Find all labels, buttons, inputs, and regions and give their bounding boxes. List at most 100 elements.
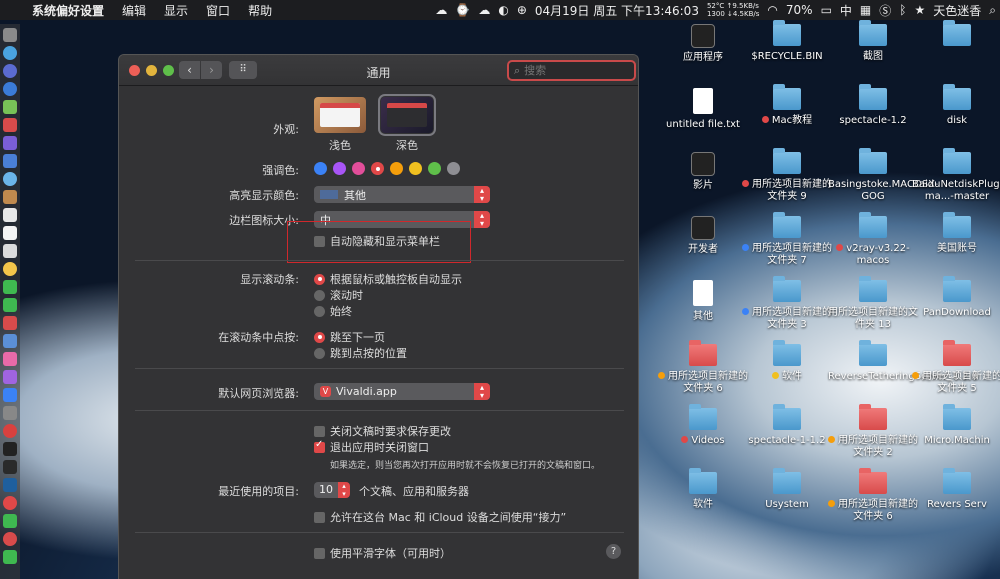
desktop-icon[interactable]: 用所选项目新建的文件夹 6 — [658, 340, 748, 395]
clock-icon[interactable]: ⌚ — [451, 3, 474, 17]
network-speed[interactable]: 52°C ↑9.5KB/s 1300 ↓4.5KB/s — [703, 2, 763, 18]
desktop-icon[interactable]: 用所选项目新建的文件夹 7 — [742, 212, 832, 267]
desktop-icon[interactable]: disk — [912, 84, 1000, 127]
app-icon-blue-2[interactable] — [3, 334, 17, 348]
default-browser-popup[interactable]: V Vivaldi.app ▴ ▾ — [314, 383, 490, 400]
cloud-sync-icon[interactable]: ☁ — [474, 3, 494, 17]
desktop-icon[interactable]: PanDownload — [912, 276, 1000, 319]
app-icon-brown[interactable] — [3, 190, 17, 204]
appearance-dark-label[interactable]: 深色 — [391, 137, 423, 153]
desktop-icon[interactable]: Videos — [658, 404, 748, 447]
flag-icon[interactable]: ▦ — [856, 3, 875, 17]
android-icon[interactable] — [3, 100, 17, 114]
yandex-icon[interactable] — [3, 496, 17, 510]
calendar-icon[interactable] — [3, 208, 17, 222]
scrollbars-option-scrolling[interactable]: 滚动时 — [314, 287, 363, 303]
app-icon-purple[interactable] — [3, 136, 17, 150]
battery-percent[interactable]: 70% — [782, 3, 817, 17]
chat-icon[interactable]: ◐ — [494, 3, 512, 17]
recent-items-stepper[interactable]: 10 ▴ ▾ — [314, 482, 350, 498]
scrollbars-option-auto[interactable]: 根据鼠标或触控板自动显示 — [314, 271, 462, 287]
scrollbars-option-always[interactable]: 始终 — [314, 303, 352, 319]
desktop-icon[interactable]: Usystem — [742, 468, 832, 511]
appearance-dark-thumbnail[interactable] — [378, 94, 436, 136]
desktop-icon[interactable]: 软件 — [742, 340, 832, 383]
datetime[interactable]: 04月19日 周五 下午13:46:03 — [531, 2, 703, 19]
launchpad-icon[interactable] — [3, 64, 17, 78]
desktop-icon[interactable]: 其他 — [658, 280, 748, 323]
ghost-icon[interactable]: ☁ — [431, 3, 451, 17]
notes-icon[interactable] — [3, 226, 17, 240]
siri-icon[interactable] — [3, 46, 17, 60]
menu-window[interactable]: 窗口 — [197, 2, 239, 19]
smooth-fonts-checkbox[interactable]: 使用平滑字体（可用时） — [314, 545, 451, 561]
app-s-icon[interactable]: Ⓢ — [875, 2, 895, 19]
weibo-icon[interactable] — [3, 532, 17, 546]
reminders-icon[interactable] — [3, 244, 17, 258]
desktop-icon[interactable]: 开发者 — [658, 216, 748, 256]
battery-icon[interactable]: ▭ — [817, 3, 836, 17]
desktop-icon[interactable]: spectacle-1-1.2 — [742, 404, 832, 447]
accent-color-swatch[interactable] — [333, 162, 346, 175]
activity-monitor-icon[interactable] — [3, 460, 17, 474]
desktop-icon[interactable]: Basingstoke.MACOSX-GOG — [828, 148, 938, 203]
help-button[interactable]: ? — [606, 544, 621, 559]
desktop-icon[interactable]: ReverseTetheringServer_1.2.0 — [828, 340, 978, 383]
desktop-icon[interactable]: Mac教程 — [742, 84, 832, 127]
desktop-icon[interactable]: 应用程序 — [658, 24, 748, 64]
accent-color-swatch[interactable] — [314, 162, 327, 175]
wifi-icon[interactable]: ◠ — [763, 3, 781, 17]
desktop-icon[interactable]: 用所选项目新建的文件夹 3 — [742, 276, 832, 331]
facetime-icon[interactable] — [3, 298, 17, 312]
ask-save-changes-checkbox[interactable]: 关闭文稿时要求保存更改 — [314, 423, 451, 439]
stepper-arrows-icon[interactable]: ▴ ▾ — [338, 482, 350, 498]
menu-view[interactable]: 显示 — [155, 2, 197, 19]
safari-icon[interactable] — [3, 82, 17, 96]
app-icon-blue[interactable] — [3, 154, 17, 168]
highlight-color-popup[interactable]: 其他 ▴ ▾ — [314, 186, 490, 203]
desktop-icon[interactable] — [912, 20, 1000, 51]
search-field[interactable]: ⌕ — [507, 60, 636, 81]
desktop-icon[interactable]: 软件 — [658, 468, 748, 511]
bluetooth-icon[interactable]: ᛒ — [895, 3, 910, 17]
itunes-icon[interactable] — [3, 352, 17, 366]
terminal-icon[interactable] — [3, 442, 17, 456]
handoff-checkbox[interactable]: 允许在这台 Mac 和 iCloud 设备之间使用“接力” — [314, 509, 566, 525]
menu-app-name[interactable]: 系统偏好设置 — [24, 2, 113, 19]
vpn-icon[interactable] — [3, 478, 17, 492]
appearance-light-thumbnail[interactable] — [314, 97, 366, 133]
app-icon-red-2[interactable] — [3, 316, 17, 330]
app-icon-red[interactable] — [3, 118, 17, 132]
accent-color-swatch[interactable] — [390, 162, 403, 175]
desktop-icon[interactable]: 美国账号 — [912, 212, 1000, 255]
menu-help[interactable]: 帮助 — [239, 2, 281, 19]
close-windows-checkbox[interactable]: 退出应用时关闭窗口 — [314, 439, 429, 455]
click-scroll-option-jump[interactable]: 跳到点按的位置 — [314, 345, 407, 361]
desktop-icon[interactable]: untitled file.txt — [658, 88, 748, 131]
appearance-light-label[interactable]: 浅色 — [324, 137, 356, 153]
accent-color-swatch[interactable] — [428, 162, 441, 175]
menu-edit[interactable]: 编辑 — [113, 2, 155, 19]
accent-color-swatch[interactable] — [409, 162, 422, 175]
desktop-icon[interactable]: 用所选项目新建的文件夹 9 — [742, 148, 832, 203]
desktop-icon[interactable]: 用所选项目新建的文件夹 13 — [828, 276, 918, 331]
desktop-icon[interactable]: BaiduNetdiskPlugin-ma...-master — [912, 148, 1000, 203]
desktop-icon[interactable]: 影片 — [658, 152, 748, 192]
desktop-icon[interactable]: Revers Serv — [912, 468, 1000, 511]
user-name[interactable]: 天色迷香 — [929, 2, 985, 19]
appstore-icon[interactable] — [3, 172, 17, 186]
desktop-icon[interactable]: spectacle-1.2 — [828, 84, 918, 127]
desktop-icon[interactable]: $RECYCLE.BIN — [742, 20, 832, 63]
globe-icon[interactable]: ⊕ — [513, 3, 531, 17]
input-method[interactable]: 中 — [836, 2, 856, 19]
desktop-icon[interactable]: Micro.Machin — [912, 404, 1000, 447]
search-input[interactable] — [524, 64, 625, 77]
appstore-icon-2[interactable] — [3, 388, 17, 402]
desktop-icon[interactable]: 截图 — [828, 20, 918, 63]
desktop-icon[interactable]: 用所选项目新建的文件夹 2 — [828, 404, 918, 459]
finder-icon[interactable] — [3, 28, 17, 42]
vivaldi-icon[interactable] — [3, 424, 17, 438]
podcasts-icon[interactable] — [3, 370, 17, 384]
messages-icon[interactable] — [3, 280, 17, 294]
accent-color-swatch[interactable] — [371, 162, 384, 175]
